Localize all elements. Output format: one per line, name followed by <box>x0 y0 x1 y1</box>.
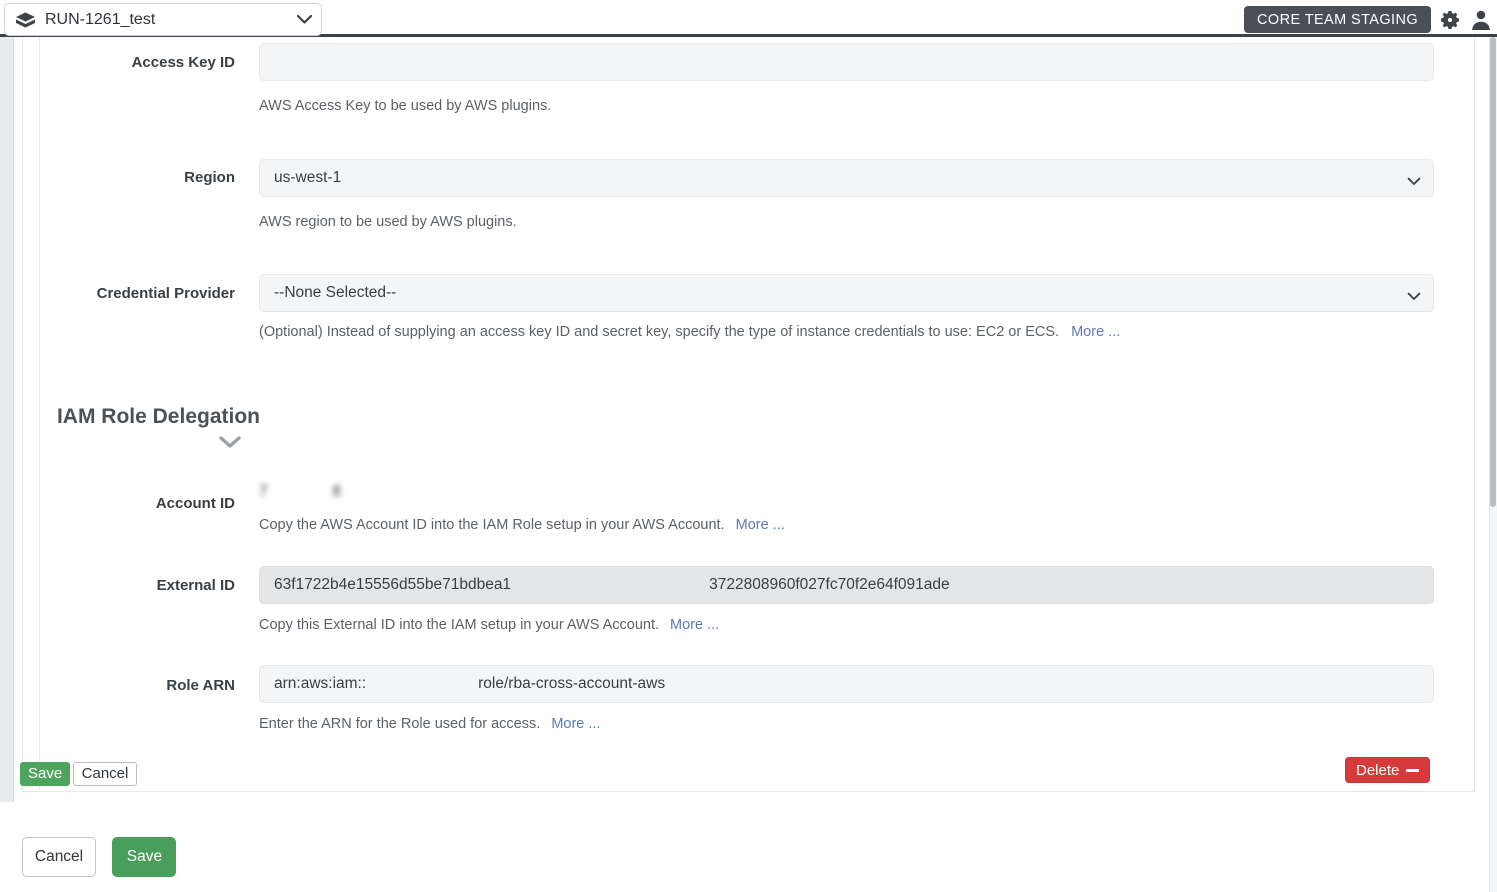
chevron-down-icon[interactable] <box>218 435 242 454</box>
credential-provider-selected-value: --None Selected-- <box>274 284 397 301</box>
save-button[interactable]: Save <box>112 837 177 877</box>
external-id-part2: 3722808960f027fc70f2e64f091ade <box>709 576 950 593</box>
inline-action-group: Save Cancel <box>20 762 138 786</box>
environment-badge[interactable]: CORE TEAM STAGING <box>1244 6 1431 33</box>
region-select[interactable]: us-west-1 <box>259 159 1434 197</box>
top-bar: RUN-1261_test CORE TEAM STAGING <box>0 0 1497 37</box>
gear-icon[interactable] <box>1439 9 1461 31</box>
project-selector[interactable]: RUN-1261_test <box>4 3 322 36</box>
more-link[interactable]: More ... <box>670 617 719 633</box>
cancel-button[interactable]: Cancel <box>22 837 96 877</box>
external-id-input[interactable]: 63f1722b4e15556d55be71bdbea1 3722808960f… <box>259 566 1434 604</box>
role-arn-input[interactable]: arn:aws:iam:: role/rba-cross-account-aws <box>259 665 1434 703</box>
project-name-label: RUN-1261_test <box>45 10 156 28</box>
more-link[interactable]: More ... <box>736 517 785 533</box>
external-id-label: External ID <box>156 577 235 594</box>
access-key-label: Access Key ID <box>131 54 235 71</box>
user-icon[interactable] <box>1469 8 1493 32</box>
more-link[interactable]: More ... <box>1071 324 1120 340</box>
minus-icon <box>1406 768 1420 772</box>
access-key-help: AWS Access Key to be used by AWS plugins… <box>259 98 552 114</box>
account-id-help: Copy the AWS Account ID into the IAM Rol… <box>259 517 785 533</box>
bottom-action-bar: Cancel Save <box>22 837 177 877</box>
inline-save-button[interactable]: Save <box>20 762 71 786</box>
role-arn-help: Enter the ARN for the Role used for acce… <box>259 716 600 732</box>
external-id-help: Copy this External ID into the IAM setup… <box>259 617 719 633</box>
credential-provider-label: Credential Provider <box>96 285 235 302</box>
account-id-suffix: 8 <box>332 483 341 500</box>
access-key-input[interactable] <box>259 43 1434 81</box>
region-label: Region <box>184 169 235 186</box>
chevron-down-icon[interactable] <box>296 14 313 25</box>
account-id-redacted <box>268 483 333 501</box>
account-id-label: Account ID <box>155 495 235 512</box>
delete-button-label: Delete <box>1356 761 1400 779</box>
page-body: Access Key ID AWS Access Key to be used … <box>0 37 1497 892</box>
external-id-redacted <box>511 576 709 594</box>
more-link[interactable]: More ... <box>551 716 600 732</box>
credential-provider-help: (Optional) Instead of supplying an acces… <box>259 324 1120 340</box>
role-arn-redacted <box>366 675 478 693</box>
chevron-down-icon <box>1407 288 1421 306</box>
region-help: AWS region to be used by AWS plugins. <box>259 214 517 230</box>
credential-provider-select[interactable]: --None Selected-- <box>259 274 1434 312</box>
external-id-part1: 63f1722b4e15556d55be71bdbea1 <box>274 576 512 593</box>
package-icon <box>15 11 36 28</box>
role-arn-prefix: arn:aws:iam:: <box>274 675 367 692</box>
chevron-down-icon <box>1407 173 1421 191</box>
vertical-scrollbar-track[interactable] <box>1489 37 1497 892</box>
region-selected-value: us-west-1 <box>274 169 342 186</box>
delete-button[interactable]: Delete <box>1345 757 1431 783</box>
external-id-help-text: Copy this External ID into the IAM setup… <box>259 617 660 633</box>
account-id-prefix: 7 <box>259 483 268 500</box>
account-id-help-text: Copy the AWS Account ID into the IAM Rol… <box>259 517 725 533</box>
credential-provider-help-text: (Optional) Instead of supplying an acces… <box>259 324 1060 340</box>
role-arn-help-text: Enter the ARN for the Role used for acce… <box>259 716 541 732</box>
inline-cancel-button[interactable]: Cancel <box>72 762 138 786</box>
iam-section-title: IAM Role Delegation <box>56 405 260 428</box>
role-arn-label: Role ARN <box>166 677 235 694</box>
vertical-scrollbar-thumb[interactable] <box>1490 37 1496 507</box>
role-arn-suffix: role/rba-cross-account-aws <box>478 675 666 692</box>
account-id-value: 7 8 <box>259 483 341 501</box>
